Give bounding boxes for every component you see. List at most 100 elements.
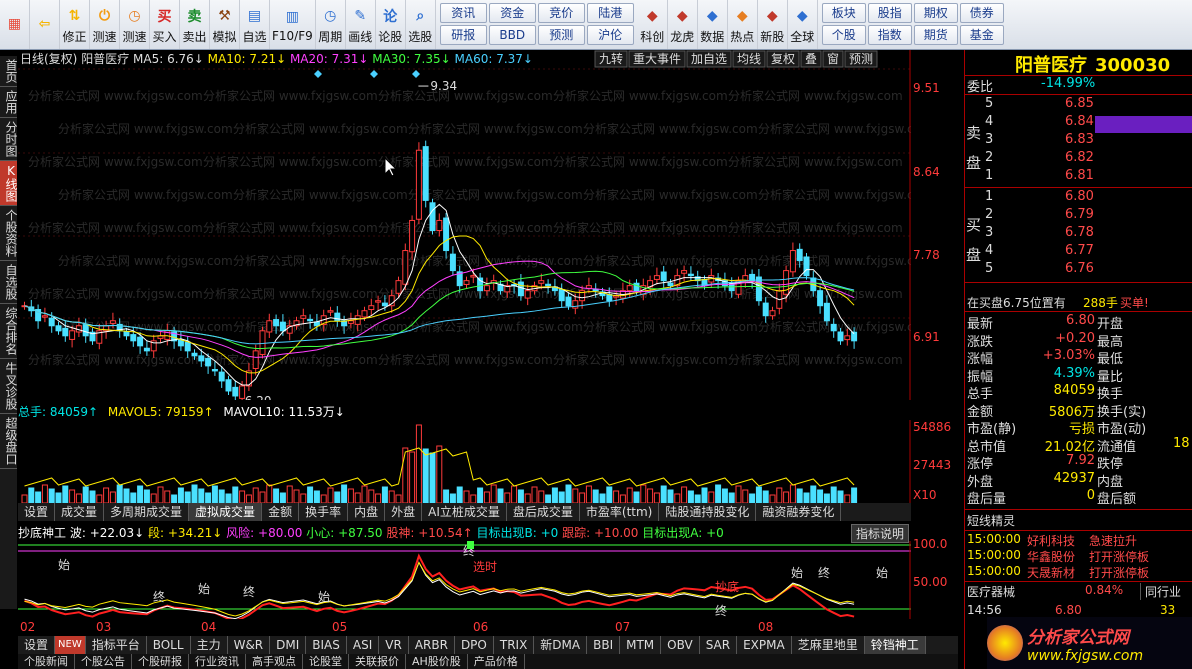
- info-tab[interactable]: 关联报价: [349, 654, 406, 669]
- info-tab[interactable]: 行业资讯: [189, 654, 246, 669]
- indicator-tab[interactable]: DPO: [455, 636, 494, 654]
- indicator-tab[interactable]: BIAS: [306, 636, 347, 654]
- indicator-tab[interactable]: BBI: [587, 636, 621, 654]
- sell-price[interactable]: 6.82: [1065, 150, 1094, 167]
- indicator-tab[interactable]: TRIX: [494, 636, 535, 654]
- new-stock-button[interactable]: ◆ 新股: [758, 0, 788, 49]
- power-button[interactable]: ⏻ 测速: [90, 0, 120, 49]
- modify-button[interactable]: ⇅ 修正: [60, 0, 90, 49]
- info-tab[interactable]: 产品价格: [468, 654, 525, 669]
- leftnav-item[interactable]: 个股资料: [0, 206, 18, 261]
- buy-price[interactable]: 6.77: [1065, 243, 1094, 260]
- watchlist-button[interactable]: ▤ 自选: [240, 0, 270, 49]
- chart-tool-button[interactable]: 九转: [594, 50, 628, 68]
- chart-tool-button[interactable]: 窗: [822, 50, 844, 68]
- toolbar-grid-button[interactable]: 沪伦: [586, 25, 634, 45]
- indicator-tab[interactable]: SAR: [700, 636, 738, 654]
- leftnav-item[interactable]: 超级盘口: [0, 414, 18, 469]
- sell-price[interactable]: 6.84: [1065, 114, 1094, 131]
- indicator-tab[interactable]: 设置: [18, 636, 56, 654]
- sell-price[interactable]: 6.83: [1065, 132, 1094, 149]
- chart-tool-button[interactable]: 叠: [800, 50, 822, 68]
- kline-chart[interactable]: 日线(复权) 阳普医疗 MA5: 6.76↓ MA10: 7.21↓ MA20:…: [18, 50, 933, 420]
- chart-tool-button[interactable]: 重大事件: [628, 50, 686, 68]
- buy-price[interactable]: 6.76: [1065, 261, 1094, 278]
- chart-tool-button[interactable]: 加自选: [686, 50, 732, 68]
- toolbar-grid-button[interactable]: 陆港: [586, 3, 634, 23]
- global-button[interactable]: ◆ 全球: [788, 0, 818, 49]
- toolbar-grid-button[interactable]: 预测: [537, 25, 585, 45]
- indicator-tab[interactable]: ARBR: [409, 636, 455, 654]
- indicator-tab[interactable]: 新DMA: [534, 636, 588, 654]
- forum-button[interactable]: 论论股: [376, 0, 406, 49]
- indicator-tab[interactable]: 铃铛神工: [864, 636, 926, 654]
- toolbar-grid-button[interactable]: 资讯: [439, 3, 487, 23]
- clock-button[interactable]: ◷ 测速: [120, 0, 150, 49]
- chart-tool-button[interactable]: 均线: [732, 50, 766, 68]
- leftnav-item[interactable]: 综合排名: [0, 304, 18, 359]
- toolbar-grid-button[interactable]: 期货: [913, 25, 958, 45]
- event-diamond[interactable]: [314, 70, 322, 78]
- sector-name[interactable]: 医疗器械: [967, 583, 1015, 600]
- toolbar-grid-button[interactable]: 板块: [821, 3, 866, 23]
- info-tab[interactable]: 个股新闻: [18, 654, 75, 669]
- indicator-tab[interactable]: W&R: [228, 636, 271, 654]
- toolbar-grid-button[interactable]: 竞价: [537, 3, 585, 23]
- chart-tool-button[interactable]: 预测: [844, 50, 878, 68]
- volume-tab[interactable]: 换手率: [299, 503, 349, 521]
- leftnav-item[interactable]: 应用: [0, 87, 18, 118]
- indicator-tab[interactable]: 指标平台: [86, 636, 147, 654]
- indicator-tab[interactable]: ASI: [347, 636, 380, 654]
- select-stock-button[interactable]: ⌕ 选股: [406, 0, 436, 49]
- short-stock[interactable]: 华鑫股份: [1027, 548, 1075, 565]
- volume-tab[interactable]: 市盈率(ttm): [580, 503, 660, 521]
- f10-button[interactable]: ▥ F10/F9: [270, 0, 316, 49]
- indicator-tab[interactable]: MTM: [620, 636, 662, 654]
- indicator-tab[interactable]: OBV: [661, 636, 700, 654]
- back-button[interactable]: ⇦: [30, 0, 60, 49]
- sector-rank-tab[interactable]: 同行业: [1140, 583, 1181, 600]
- toolbar-grid-button[interactable]: 基金: [959, 25, 1004, 45]
- toolbar-grid-button[interactable]: 指数: [867, 25, 912, 45]
- dragon-tiger-button[interactable]: ◆ 龙虎: [668, 0, 698, 49]
- volume-tab[interactable]: 陆股通持股变化: [659, 503, 757, 521]
- volume-tab[interactable]: 设置: [18, 503, 56, 521]
- simulate-button[interactable]: ⚒ 模拟: [210, 0, 240, 49]
- toolbar-grid-button[interactable]: 个股: [821, 25, 866, 45]
- info-tab[interactable]: AH股价股: [406, 654, 468, 669]
- toolbar-grid-button[interactable]: 债券: [959, 3, 1004, 23]
- indicator-tab[interactable]: NEW: [55, 636, 86, 654]
- volume-tab[interactable]: 成交量: [55, 503, 105, 521]
- info-tab[interactable]: 论股堂: [303, 654, 349, 669]
- volume-tab[interactable]: AI立桩成交量: [422, 503, 507, 521]
- leftnav-item[interactable]: 自选股: [0, 261, 18, 304]
- volume-tab[interactable]: 盘后成交量: [507, 503, 580, 521]
- short-stock[interactable]: 天晟新材: [1027, 564, 1075, 581]
- buy-price[interactable]: 6.78: [1065, 225, 1094, 242]
- event-diamond[interactable]: [412, 70, 420, 78]
- event-diamond[interactable]: [370, 70, 378, 78]
- sell-button[interactable]: 卖卖出: [180, 0, 210, 49]
- buy-price[interactable]: 6.79: [1065, 207, 1094, 224]
- indicator-tab[interactable]: VR: [379, 636, 409, 654]
- volume-tab[interactable]: 融资融券变化: [756, 503, 842, 521]
- indicator-tab[interactable]: 主力: [191, 636, 228, 654]
- volume-tab[interactable]: 虚拟成交量: [189, 503, 263, 521]
- toolbar-grid-button[interactable]: 研报: [439, 25, 487, 45]
- leftnav-item[interactable]: 牛叉诊股: [0, 359, 18, 414]
- volume-tab[interactable]: 金额: [262, 503, 300, 521]
- short-stock[interactable]: 好利科技: [1027, 532, 1075, 549]
- toolbar-grid-button[interactable]: 股指: [867, 3, 912, 23]
- buy-button[interactable]: 买买入: [150, 0, 180, 49]
- buy-price[interactable]: 6.80: [1065, 189, 1094, 206]
- scientific-button[interactable]: ◆ 科创: [638, 0, 668, 49]
- data-button[interactable]: ◆ 数据: [698, 0, 728, 49]
- sell-price[interactable]: 6.81: [1065, 168, 1094, 185]
- volume-tab[interactable]: 内盘: [348, 503, 386, 521]
- draw-button[interactable]: ✎ 画线: [346, 0, 376, 49]
- period-button[interactable]: ◷ 周期: [316, 0, 346, 49]
- hot-button[interactable]: ◆ 热点: [728, 0, 758, 49]
- leftnav-item[interactable]: K线图: [0, 161, 18, 206]
- indicator-tab[interactable]: 芝麻里地里: [792, 636, 865, 654]
- toolbar-grid-button[interactable]: 期权: [913, 3, 958, 23]
